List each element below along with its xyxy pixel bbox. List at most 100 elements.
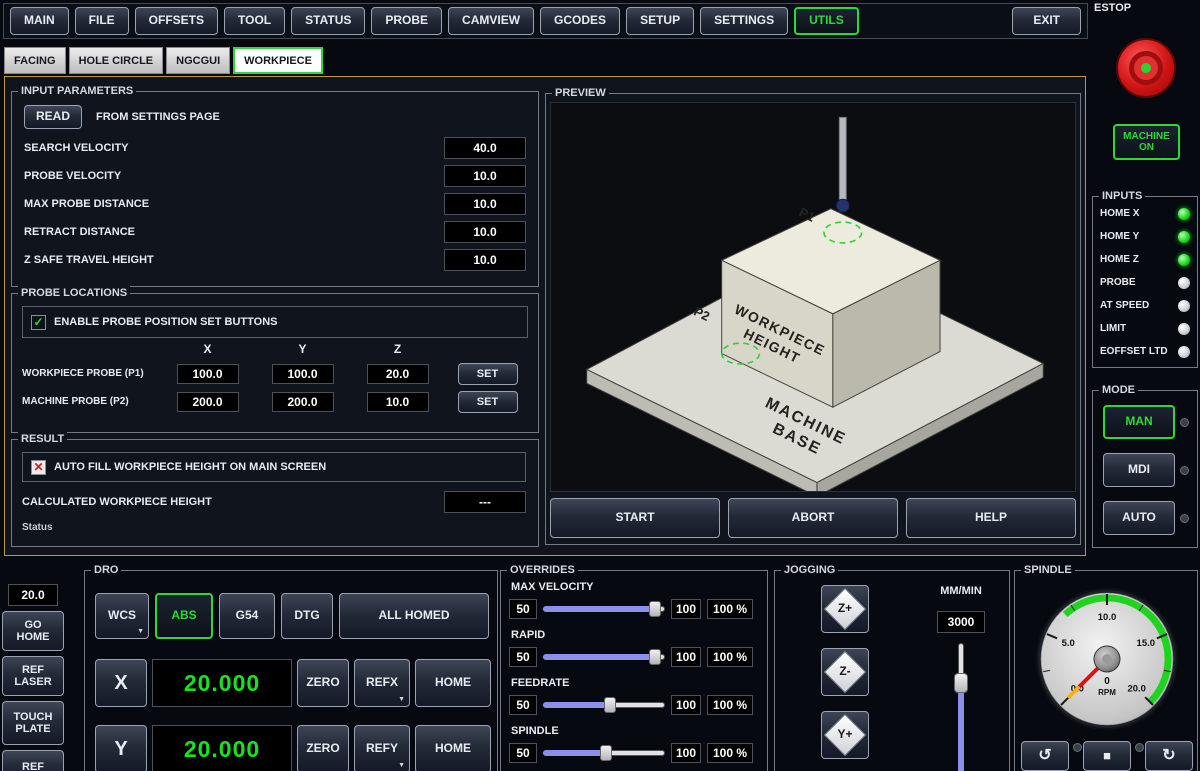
start-button[interactable]: START [550,498,720,538]
jog-z-plus-button[interactable]: Z+ [821,585,869,633]
x-home-button[interactable]: HOME [415,659,491,707]
spindle-reverse-button[interactable]: ↺ [1021,741,1069,771]
p1-x-value[interactable]: 100.0 [177,364,239,384]
nav-item-offsets[interactable]: OFFSETS [135,7,218,35]
probe-velocity-value[interactable]: 10.0 [444,165,526,187]
tab-facing[interactable]: FACING [4,47,66,74]
y-home-button[interactable]: HOME [415,725,491,771]
x-axis-button[interactable]: X [95,659,147,707]
chevron-down-icon: ▼ [398,696,405,704]
nav-item-main[interactable]: MAIN [10,7,69,35]
p1-z-value[interactable]: 20.0 [367,364,429,384]
wcs-button[interactable]: WCS ▼ [95,593,149,639]
z-safe-travel-value[interactable]: 10.0 [444,249,526,271]
abs-button[interactable]: ABS [155,593,213,639]
spindle-reverse-led [1073,743,1082,752]
slider-handle[interactable] [600,745,612,761]
touch-height-value[interactable]: 20.0 [8,584,58,606]
estop-button[interactable] [1116,38,1176,98]
spindle-group: SPINDLE [1014,570,1198,771]
spindle-title: SPINDLE [1021,563,1075,577]
feedrate-slider[interactable] [543,696,665,714]
mode-man-led [1180,418,1189,427]
p1-set-button[interactable]: SET [458,363,518,385]
spindle-stop-button[interactable]: ■ [1083,741,1131,771]
tab-workpiece[interactable]: WORKPIECE [233,47,323,74]
slider-handle[interactable] [649,601,661,617]
preview-canvas: P1 P2 WORKPIECE HEIGHT MACHINE BASE [550,102,1076,492]
nav-item-status[interactable]: STATUS [291,7,365,35]
slider-handle[interactable] [604,697,616,713]
jog-z-minus-button[interactable]: Z- [821,648,869,696]
go-home-button[interactable]: GO HOME [2,611,64,651]
mode-man-button[interactable]: MAN [1103,405,1175,439]
autofill-label: AUTO FILL WORKPIECE HEIGHT ON MAIN SCREE… [54,461,326,473]
nav-item-settings[interactable]: SETTINGS [700,7,788,35]
limit-led [1178,323,1190,335]
jog-rate-value[interactable]: 3000 [937,611,985,633]
mode-auto-button[interactable]: AUTO [1103,501,1175,535]
enable-probe-set-checkbox[interactable]: ✓ [31,315,46,330]
nav-item-gcodes[interactable]: GCODES [540,7,620,35]
nav-item-file[interactable]: FILE [75,7,129,35]
p2-set-button[interactable]: SET [458,391,518,413]
all-homed-button[interactable]: ALL HOMED [339,593,489,639]
dtg-button[interactable]: DTG [281,593,333,639]
mode-panel: MODE MAN MDI AUTO [1092,390,1198,548]
max-probe-distance-value[interactable]: 10.0 [444,193,526,215]
nav-item-camview[interactable]: CAMVIEW [448,7,534,35]
max-velocity-slider[interactable] [543,600,665,618]
field-label: SEARCH VELOCITY [24,142,129,154]
machine-on-button[interactable]: MACHINE ON [1113,124,1180,160]
y-zero-button[interactable]: ZERO [297,725,349,771]
preview-buttons: START ABORT HELP [550,498,1076,538]
search-velocity-value[interactable]: 40.0 [444,137,526,159]
nav-item-tool[interactable]: TOOL [224,7,285,35]
jog-y-plus-button[interactable]: Y+ [821,711,869,759]
field-row: SEARCH VELOCITY 40.0 [24,134,526,162]
retract-distance-value[interactable]: 10.0 [444,221,526,243]
p2-z-value[interactable]: 10.0 [367,392,429,412]
p1-y-value[interactable]: 100.0 [272,364,334,384]
x-ref-button[interactable]: REFX ▼ [354,659,410,707]
spindle-ovr-slider[interactable] [543,744,665,762]
result-title: RESULT [18,432,67,446]
p2-y-value[interactable]: 200.0 [272,392,334,412]
autofill-checkbox[interactable]: ✕ [31,460,46,475]
tab-hole-circle[interactable]: HOLE CIRCLE [69,47,164,74]
read-button[interactable]: READ [24,105,82,129]
ref-button[interactable]: REF [2,750,64,771]
ref-laser-button[interactable]: REF LASER [2,656,64,696]
abort-button[interactable]: ABORT [728,498,898,538]
exit-button[interactable]: EXIT [1012,7,1081,35]
y-ref-button[interactable]: REFY ▼ [354,725,410,771]
y-axis-button[interactable]: Y [95,725,147,771]
rotate-cw-icon: ↻ [1162,747,1175,765]
max-velocity-label: MAX VELOCITY [511,581,594,593]
jog-rate-slider[interactable] [954,643,968,771]
jog-unit-label: MM/MIN [925,585,997,597]
probe-rod [836,117,849,212]
rapid-slider[interactable] [543,648,665,666]
feedrate-min: 50 [509,695,537,715]
tab-ngcgui[interactable]: NGCGUI [166,47,230,74]
nav-item-utils[interactable]: UTILS [794,7,859,35]
g54-button[interactable]: G54 [219,593,275,639]
help-button[interactable]: HELP [906,498,1076,538]
input-indicator-row: HOME Y [1093,225,1197,248]
nav-item-setup[interactable]: SETUP [626,7,694,35]
slider-handle[interactable] [649,649,661,665]
slider-handle[interactable] [954,673,968,693]
column-header-x: X [160,342,255,360]
rapid-label: RAPID [511,629,545,641]
mode-mdi-button[interactable]: MDI [1103,453,1175,487]
y-axis-dro-display: 20.000 [152,725,292,771]
x-zero-button[interactable]: ZERO [297,659,349,707]
gauge-tick-10: 10.0 [1098,612,1117,623]
nav-item-probe[interactable]: PROBE [371,7,442,35]
p2-x-value[interactable]: 200.0 [177,392,239,412]
column-header-y: Y [255,342,350,360]
touch-plate-button[interactable]: TOUCH PLATE [2,701,64,745]
top-nav-bar: MAIN FILE OFFSETS TOOL STATUS PROBE CAMV… [3,3,1088,39]
spindle-forward-button[interactable]: ↻ [1145,741,1193,771]
